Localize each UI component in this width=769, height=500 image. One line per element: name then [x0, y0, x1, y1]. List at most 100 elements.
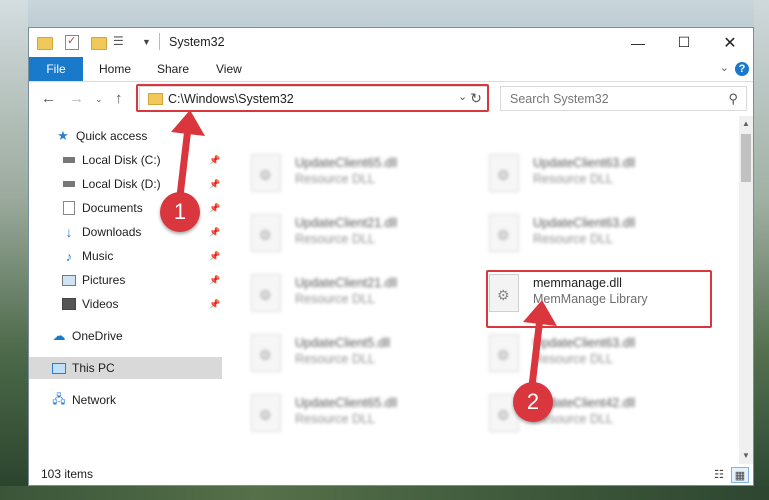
file-name: UpdateClient5.dll: [295, 336, 391, 350]
callout-badge-2: 2: [513, 382, 553, 422]
details-view-icon[interactable]: ☷: [711, 467, 727, 481]
file-type: Resource DLL: [533, 232, 613, 246]
sidebar-item-label: Pictures: [82, 273, 126, 287]
close-button[interactable]: ✕: [707, 28, 753, 57]
pin-icon[interactable]: 📌: [209, 155, 220, 166]
file-name: UpdateClient63.dll: [533, 336, 636, 350]
file-item[interactable]: UpdateClient42.dll Resource DLL: [461, 390, 691, 440]
sidebar-item-label: OneDrive: [72, 329, 123, 343]
minimize-button[interactable]: —: [615, 28, 661, 57]
pin-icon[interactable]: 📌: [209, 299, 220, 310]
sidebar-item-label: Local Disk (D:): [82, 177, 161, 191]
customize-icon[interactable]: ☰: [113, 34, 131, 50]
pin-icon[interactable]: 📌: [209, 203, 220, 214]
file-explorer-window: ✓ ☰ ▼ System32 — ☐ ✕ File Home Share Vie…: [28, 27, 754, 486]
sidebar-item-videos[interactable]: Videos 📌: [29, 293, 222, 315]
dll-file-icon: [251, 154, 281, 192]
file-name: UpdateClient21.dll: [295, 276, 398, 290]
tab-share[interactable]: Share: [157, 57, 189, 81]
file-type: Resource DLL: [533, 172, 613, 186]
recent-locations-icon[interactable]: ⌄: [95, 94, 103, 105]
title-separator: [159, 33, 160, 50]
tab-home[interactable]: Home: [99, 57, 131, 81]
file-type: Resource DLL: [295, 412, 375, 426]
title-bar: ✓ ☰ ▼ System32 — ☐ ✕: [29, 28, 753, 57]
help-icon[interactable]: ?: [735, 62, 749, 76]
file-item[interactable]: UpdateClient65.dll Resource DLL: [223, 390, 453, 440]
scroll-down-icon[interactable]: ▼: [742, 451, 750, 460]
pin-icon[interactable]: 📌: [209, 251, 220, 262]
file-item[interactable]: UpdateClient63.dll Resource DLL: [461, 210, 691, 260]
vertical-scrollbar[interactable]: ▲ ▼: [739, 116, 753, 464]
dll-file-icon: [489, 334, 519, 372]
scroll-up-icon[interactable]: ▲: [742, 119, 750, 128]
file-item[interactable]: UpdateClient65.dll Resource DLL: [223, 150, 453, 200]
item-count: 103 items: [41, 467, 94, 481]
sidebar-item-network[interactable]: 🖧 Network: [29, 389, 222, 411]
desktop-background-right: [754, 0, 769, 500]
music-icon: ♪: [65, 248, 73, 264]
sidebar-item-quick-access[interactable]: ★ Quick access: [29, 125, 222, 147]
file-type: Resource DLL: [295, 172, 375, 186]
search-placeholder: Search System32: [510, 92, 609, 106]
sidebar-item-onedrive[interactable]: ☁ OneDrive: [29, 325, 222, 347]
sidebar-item-music[interactable]: ♪ Music 📌: [29, 245, 222, 267]
tab-file[interactable]: File: [29, 57, 83, 81]
file-highlight-box: [486, 270, 712, 328]
desktop-background-bottom: [0, 486, 769, 500]
sidebar-item-local-disk-c[interactable]: Local Disk (C:) 📌: [29, 149, 222, 171]
sidebar-item-label: Quick access: [76, 129, 148, 143]
back-button[interactable]: ←: [41, 90, 56, 107]
file-item[interactable]: UpdateClient21.dll Resource DLL: [223, 210, 453, 260]
file-item[interactable]: UpdateClient21.dll Resource DLL: [223, 270, 453, 320]
file-list: UpdateClient65.dll Resource DLL UpdateCl…: [223, 116, 739, 464]
file-item[interactable]: UpdateClient5.dll Resource DLL: [223, 330, 453, 380]
sidebar-item-pictures[interactable]: Pictures 📌: [29, 269, 222, 291]
chevron-down-icon[interactable]: ▼: [142, 37, 151, 53]
pin-icon[interactable]: 📌: [209, 227, 220, 238]
drive-icon: [62, 178, 76, 190]
documents-icon: [62, 201, 76, 215]
sidebar-item-label: This PC: [72, 361, 115, 375]
dll-file-icon: [489, 154, 519, 192]
sidebar-item-label: Network: [72, 393, 117, 407]
file-name: UpdateClient65.dll: [295, 156, 398, 170]
sidebar-item-label: Downloads: [82, 225, 142, 239]
navigation-pane: ★ Quick access Local Disk (C:) 📌 Local D…: [29, 116, 222, 464]
address-highlight-box: [136, 84, 489, 112]
file-type: Resource DLL: [295, 232, 375, 246]
properties-icon[interactable]: ✓: [65, 34, 79, 50]
expand-ribbon-icon[interactable]: ⌄: [720, 61, 729, 74]
file-name: UpdateClient63.dll: [533, 216, 636, 230]
dll-file-icon: [251, 334, 281, 372]
dll-file-icon: [251, 214, 281, 252]
address-row: ← → ⌄ ↑ C:\Windows\System32 ⌄ ↻ Search S…: [29, 82, 753, 116]
file-type: Resource DLL: [533, 352, 613, 366]
forward-button[interactable]: →: [69, 90, 84, 107]
sidebar-item-this-pc[interactable]: This PC: [29, 357, 222, 379]
file-type: Resource DLL: [295, 292, 375, 306]
pin-icon[interactable]: 📌: [209, 275, 220, 286]
dll-file-icon: [489, 214, 519, 252]
up-button[interactable]: ↑: [115, 90, 123, 107]
file-name: UpdateClient21.dll: [295, 216, 398, 230]
sidebar-item-label: Documents: [82, 201, 143, 215]
cloud-icon: ☁: [52, 328, 66, 343]
search-input[interactable]: Search System32 ⚲: [500, 86, 747, 111]
tab-view[interactable]: View: [216, 57, 242, 81]
download-icon: ↓: [65, 224, 73, 240]
pictures-icon: [62, 274, 76, 286]
scrollbar-thumb[interactable]: [741, 134, 751, 182]
file-name: UpdateClient63.dll: [533, 156, 636, 170]
pin-icon[interactable]: 📌: [209, 179, 220, 190]
file-item[interactable]: UpdateClient63.dll Resource DLL: [461, 150, 691, 200]
status-bar: 103 items ☷ ▦: [29, 464, 753, 485]
callout-badge-1: 1: [160, 192, 200, 232]
videos-icon: [62, 298, 76, 310]
search-icon[interactable]: ⚲: [728, 91, 738, 107]
maximize-button[interactable]: ☐: [661, 28, 707, 57]
file-item[interactable]: UpdateClient63.dll Resource DLL: [461, 330, 691, 380]
sidebar-item-local-disk-d[interactable]: Local Disk (D:) 📌: [29, 173, 222, 195]
large-icons-view-icon[interactable]: ▦: [731, 467, 749, 483]
ribbon-tabs: File Home Share View ⌄ ?: [29, 57, 753, 82]
